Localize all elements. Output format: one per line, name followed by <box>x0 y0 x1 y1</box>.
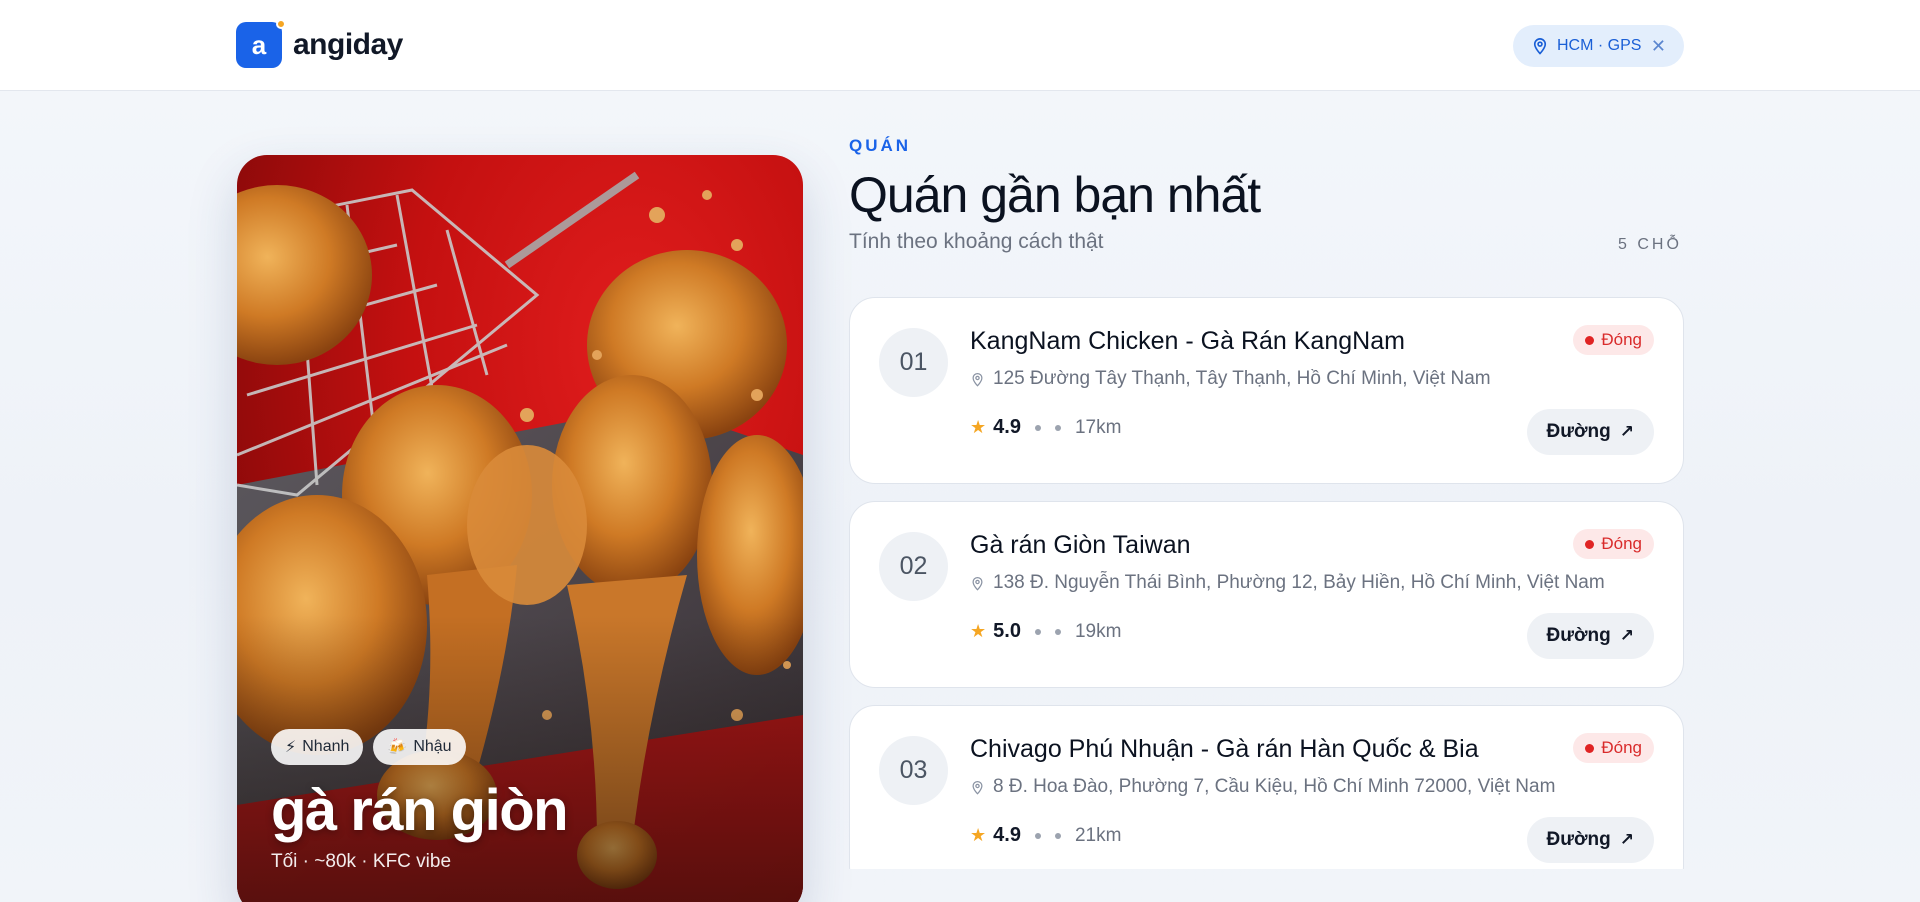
directions-button[interactable]: Đường ↗ <box>1526 613 1654 659</box>
separator-dot <box>1054 628 1061 635</box>
place-distance: 21km <box>1074 824 1122 846</box>
tag-chip[interactable]: 🍻 Nhậu <box>373 729 466 765</box>
section-eyebrow: QUÁN <box>849 136 912 155</box>
location-label: HCM · GPS <box>1557 37 1642 54</box>
place-meta: ★ 4.9 21km <box>970 824 1121 847</box>
brand-logo[interactable]: a angiday <box>236 19 403 68</box>
place-name[interactable]: Chivago Phú Nhuận - Gà rán Hàn Quốc & Bi… <box>970 735 1479 764</box>
place-card[interactable]: 02 Gà rán Giòn Taiwan 138 Đ. Nguyễn Thái… <box>849 501 1684 688</box>
hero-food-card[interactable]: ⚡ Nhanh 🍻 Nhậu gà rán giòn Tối · ~80k · … <box>237 155 803 902</box>
place-address: 8 Đ. Hoa Đào, Phường 7, Cầu Kiệu, Hồ Chí… <box>970 776 1555 798</box>
place-meta: ★ 5.0 19km <box>970 620 1121 643</box>
directions-label: Đường <box>1546 829 1611 850</box>
tag-label: Nhanh <box>302 738 350 755</box>
status-badge: Đóng <box>1573 529 1654 559</box>
place-distance: 19km <box>1074 620 1122 642</box>
place-address: 138 Đ. Nguyễn Thái Bình, Phường 12, Bảy … <box>970 572 1605 594</box>
lightning-icon: ⚡ <box>285 739 297 756</box>
place-name[interactable]: Gà rán Giòn Taiwan <box>970 531 1191 560</box>
separator-dot <box>1034 424 1041 431</box>
tag-label: Nhậu <box>413 738 452 755</box>
status-dot <box>1585 539 1595 549</box>
status-badge: Đóng <box>1573 325 1654 355</box>
place-address: 125 Đường Tây Thạnh, Tây Thạnh, Hồ Chí M… <box>970 368 1491 390</box>
address-text: 125 Đường Tây Thạnh, Tây Thạnh, Hồ Chí M… <box>993 368 1491 389</box>
place-card[interactable]: 03 Chivago Phú Nhuận - Gà rán Hàn Quốc &… <box>849 705 1684 869</box>
status-label: Đóng <box>1601 738 1642 757</box>
map-pin-icon <box>972 372 983 387</box>
place-meta: ★ 4.9 17km <box>970 416 1121 439</box>
logo-letter: a <box>251 29 267 60</box>
logo-dot <box>276 19 286 29</box>
place-rating: 4.9 <box>993 416 1021 438</box>
place-distance: 17km <box>1074 416 1122 438</box>
separator-dot <box>1054 832 1061 839</box>
directions-button[interactable]: Đường ↗ <box>1526 409 1654 455</box>
place-card[interactable]: 01 KangNam Chicken - Gà Rán KangNam 125 … <box>849 297 1684 484</box>
map-pin-icon <box>972 780 983 795</box>
places-count: 5 CHỖ <box>1618 236 1682 253</box>
status-dot <box>1585 335 1595 345</box>
status-badge: Đóng <box>1573 733 1654 763</box>
status-dot <box>1585 743 1595 753</box>
page-subtitle: Tính theo khoảng cách thật <box>849 230 1104 253</box>
place-name[interactable]: KangNam Chicken - Gà Rán KangNam <box>970 327 1405 356</box>
address-text: 8 Đ. Hoa Đào, Phường 7, Cầu Kiệu, Hồ Chí… <box>993 776 1556 797</box>
page-title: Quán gần bạn nhất <box>849 167 1261 223</box>
place-index: 02 <box>879 532 948 601</box>
star-icon: ★ <box>970 621 987 641</box>
directions-label: Đường <box>1546 421 1611 442</box>
status-label: Đóng <box>1601 534 1642 553</box>
arrow-up-right-icon: ↗ <box>1619 626 1634 645</box>
status-label: Đóng <box>1601 330 1642 349</box>
arrow-up-right-icon: ↗ <box>1619 830 1634 849</box>
location-chip[interactable]: HCM · GPS ✕ <box>1513 25 1684 67</box>
separator-dot <box>1054 424 1061 431</box>
place-index: 03 <box>879 736 948 805</box>
star-icon: ★ <box>970 417 987 437</box>
hero-title: gà rán giòn <box>271 778 569 843</box>
close-icon[interactable]: ✕ <box>1651 36 1666 57</box>
places-list: 01 KangNam Chicken - Gà Rán KangNam 125 … <box>849 297 1685 869</box>
directions-label: Đường <box>1546 625 1611 646</box>
map-pin-icon <box>972 576 983 591</box>
separator-dot <box>1034 832 1041 839</box>
map-pin-icon <box>1533 38 1547 55</box>
hero-tags: ⚡ Nhanh 🍻 Nhậu <box>271 729 466 765</box>
beer-icon: 🍻 <box>387 739 408 756</box>
tag-chip[interactable]: ⚡ Nhanh <box>271 729 364 765</box>
place-rating: 5.0 <box>993 620 1021 642</box>
brand-name: angiday <box>293 28 403 61</box>
logo-mark: a <box>236 19 286 68</box>
top-header: a angiday HCM · GPS ✕ <box>0 0 1920 91</box>
hero-subtitle: Tối · ~80k · KFC vibe <box>271 851 452 872</box>
place-index: 01 <box>879 328 948 397</box>
separator-dot <box>1034 628 1041 635</box>
star-icon: ★ <box>970 825 987 845</box>
directions-button[interactable]: Đường ↗ <box>1526 817 1654 863</box>
place-rating: 4.9 <box>993 824 1021 846</box>
arrow-up-right-icon: ↗ <box>1619 422 1634 441</box>
address-text: 138 Đ. Nguyễn Thái Bình, Phường 12, Bảy … <box>993 572 1605 593</box>
